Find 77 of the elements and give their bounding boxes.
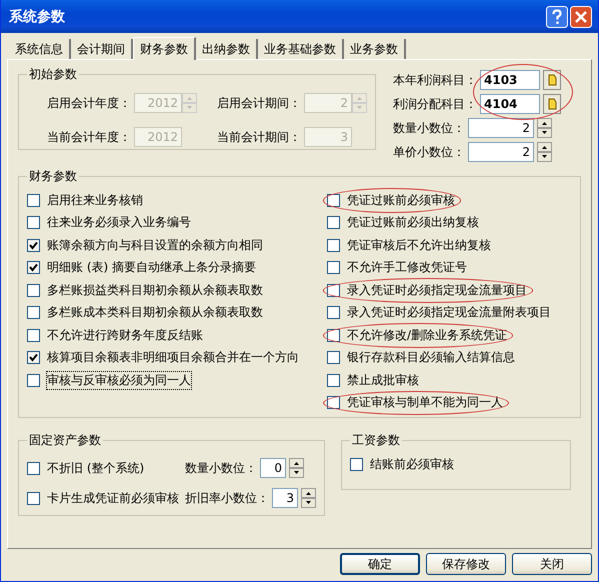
checkbox[interactable] xyxy=(327,261,340,274)
checkbox[interactable] xyxy=(327,328,340,342)
checkbox-label: 凭证过账前必须审核 xyxy=(347,192,455,209)
checkbox-label: 启用往来业务核销 xyxy=(47,192,143,209)
checkbox[interactable] xyxy=(327,306,340,320)
checkbox[interactable] xyxy=(327,238,340,252)
checkbox[interactable] xyxy=(27,328,40,342)
checkbox[interactable] xyxy=(27,351,40,364)
dialog-button[interactable]: 确定 xyxy=(340,553,420,575)
help-icon[interactable] xyxy=(546,6,568,28)
checkbox[interactable] xyxy=(27,261,40,274)
checkbox[interactable] xyxy=(327,216,340,230)
checkbox[interactable] xyxy=(27,238,40,252)
checkbox[interactable] xyxy=(27,284,40,297)
checkbox-label: 不折旧 (整个系统) xyxy=(47,460,144,476)
checkbox-label: 禁止成批审核 xyxy=(347,372,419,389)
spinner-icon[interactable] xyxy=(537,118,552,138)
checkbox-label: 账簿余额方向与科目设置的余额方向相同 xyxy=(47,236,263,254)
checkbox-label: 不允许进行跨财务年度反结账 xyxy=(47,326,203,344)
checkbox[interactable] xyxy=(27,374,40,387)
checkbox-label: 多栏账成本类科目期初余额从余额表取数 xyxy=(47,304,263,322)
checkbox[interactable] xyxy=(327,374,340,387)
spinner-icon[interactable] xyxy=(537,142,552,162)
checkbox-label: 凭证过账前必须出纳复核 xyxy=(347,214,479,232)
checkbox[interactable] xyxy=(327,396,340,410)
checkbox-label: 银行存款科目必须输入结算信息 xyxy=(347,349,515,366)
window-title: 系统参数 xyxy=(9,8,65,26)
checkbox-label: 凭证审核后不允许出纳复核 xyxy=(347,236,491,254)
checkbox[interactable] xyxy=(327,284,340,297)
number-field[interactable]: 2 xyxy=(468,118,534,138)
checkbox-label: 往来业务必须录入业务编号 xyxy=(47,214,191,232)
checkbox-label: 录入凭证时必须指定现金流量项目 xyxy=(347,282,527,299)
checkbox[interactable] xyxy=(27,306,40,320)
account-field[interactable]: 4104 xyxy=(480,94,540,114)
checkbox-label: 不允许修改/删除业务系统凭证 xyxy=(347,326,508,344)
close-icon[interactable] xyxy=(570,6,592,28)
checkbox-label: 不允许手工修改凭证号 xyxy=(347,259,467,276)
checkbox-label: 核算项目余额表非明细项目余额合并在一个方向 xyxy=(47,349,299,366)
lookup-icon[interactable] xyxy=(543,70,561,90)
number-field[interactable]: 2 xyxy=(468,142,534,162)
checkbox-label: 录入凭证时必须指定现金流量附表项目 xyxy=(347,304,551,322)
field-label: 当前会计期间： xyxy=(217,128,301,146)
checkbox-label: 凭证审核与制单不能为同一人 xyxy=(347,394,503,412)
checkbox[interactable] xyxy=(327,194,340,207)
field-label: 单价小数位： xyxy=(393,144,465,160)
field-label: 数量小数位： xyxy=(185,460,257,476)
field-label: 启用会计年度： xyxy=(47,94,131,112)
checkbox-label: 审核与反审核必须为同一人 xyxy=(47,372,191,389)
group-title: 初始参数 xyxy=(28,66,78,83)
dialog-button[interactable]: 关闭 xyxy=(512,553,592,575)
account-field[interactable]: 4103 xyxy=(480,70,540,90)
checkbox-label: 结账前必须审核 xyxy=(370,456,454,473)
field-label: 折旧率小数位： xyxy=(185,490,269,506)
field-label: 利润分配科目： xyxy=(393,96,477,112)
group-title: 固定资产参数 xyxy=(28,432,102,449)
field-label: 启用会计期间： xyxy=(217,94,301,112)
dialog-button[interactable]: 保存修改 xyxy=(426,553,506,575)
checkbox[interactable] xyxy=(350,458,363,471)
field-label: 数量小数位： xyxy=(393,120,465,136)
checkbox[interactable] xyxy=(27,462,40,474)
spinner-icon[interactable] xyxy=(301,488,316,508)
group-title: 工资参数 xyxy=(351,432,401,449)
tab[interactable]: 财务参数 xyxy=(133,37,196,60)
checkbox-label: 卡片生成凭证前必须审核 xyxy=(47,490,179,506)
field-label: 本年利润科目： xyxy=(393,72,477,88)
number-field[interactable]: 0 xyxy=(260,458,286,478)
spinner-icon[interactable] xyxy=(289,458,304,478)
number-field[interactable]: 3 xyxy=(272,488,298,508)
checkbox-label: 明细账 (表) 摘要自动继承上条分录摘要 xyxy=(47,259,256,276)
checkbox[interactable] xyxy=(27,216,40,230)
lookup-icon[interactable] xyxy=(543,94,561,114)
checkbox-label: 多栏账损益类科目期初余额从余额表取数 xyxy=(47,282,263,299)
group-title: 财务参数 xyxy=(28,168,78,185)
checkbox[interactable] xyxy=(27,492,40,504)
field-label: 当前会计年度： xyxy=(47,128,131,146)
checkbox[interactable] xyxy=(327,351,340,364)
checkbox[interactable] xyxy=(27,194,40,207)
